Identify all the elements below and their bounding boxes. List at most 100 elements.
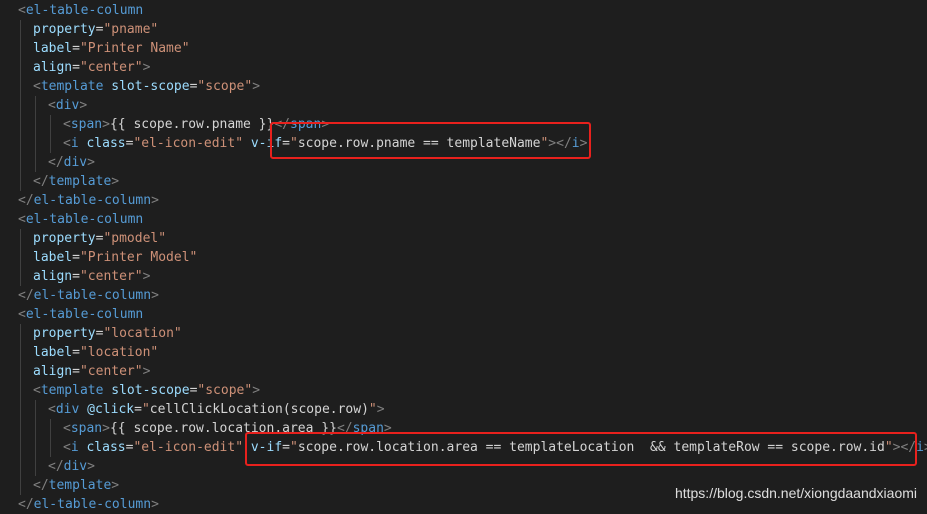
indent-guide bbox=[20, 343, 21, 362]
code-token: < bbox=[63, 421, 71, 436]
code-line[interactable]: <el-table-column bbox=[0, 1, 927, 20]
code-token: > bbox=[151, 193, 159, 208]
code-line[interactable]: </template> bbox=[0, 172, 927, 191]
code-token: el-table-column bbox=[25, 307, 144, 322]
code-line[interactable]: <el-table-column bbox=[0, 305, 927, 324]
code-line[interactable]: <i class="el-icon-edit" v-if="scope.row.… bbox=[0, 134, 927, 153]
code-line[interactable]: </div> bbox=[0, 457, 927, 476]
code-token: > bbox=[151, 288, 159, 303]
code-line[interactable]: align="center"> bbox=[0, 58, 927, 77]
indent-guide bbox=[50, 115, 51, 134]
code-token: < bbox=[63, 136, 71, 151]
indent-guide bbox=[50, 419, 51, 438]
code-token: span bbox=[70, 117, 103, 132]
code-line[interactable]: <template slot-scope="scope"> bbox=[0, 381, 927, 400]
code-text: align="center"> bbox=[33, 267, 150, 286]
code-line[interactable]: <span>{{ scope.row.location.area }}</spa… bbox=[0, 419, 927, 438]
code-text: <i class="el-icon-edit" v-if="scope.row.… bbox=[63, 134, 587, 153]
code-text: <div @click="cellClickLocation(scope.row… bbox=[48, 400, 385, 419]
indent-guide bbox=[20, 476, 21, 495]
code-token: < bbox=[18, 212, 26, 227]
code-line[interactable]: </el-table-column> bbox=[0, 191, 927, 210]
indent-guide bbox=[20, 267, 21, 286]
code-token: class bbox=[86, 440, 126, 455]
indent-guide bbox=[20, 438, 21, 457]
code-line[interactable]: label="Printer Model" bbox=[0, 248, 927, 267]
code-line[interactable]: <el-table-column bbox=[0, 210, 927, 229]
code-line[interactable]: property="pmodel" bbox=[0, 229, 927, 248]
code-token: < bbox=[63, 117, 71, 132]
code-token: = bbox=[134, 402, 142, 417]
code-line[interactable]: </div> bbox=[0, 153, 927, 172]
code-token: ></ bbox=[892, 440, 917, 455]
code-token: > bbox=[142, 60, 151, 75]
code-token: span bbox=[352, 421, 384, 436]
indent-guide bbox=[20, 134, 21, 153]
code-token: property bbox=[33, 231, 96, 246]
code-line[interactable]: <template slot-scope="scope"> bbox=[0, 77, 927, 96]
indent-guide bbox=[20, 96, 21, 115]
code-text: </div> bbox=[48, 153, 95, 172]
code-text: <template slot-scope="scope"> bbox=[33, 381, 260, 400]
indent-guide bbox=[35, 153, 36, 172]
code-token: span bbox=[290, 117, 322, 132]
code-token: </ bbox=[18, 497, 34, 512]
code-line[interactable]: label="Printer Name" bbox=[0, 39, 927, 58]
code-token: </ bbox=[18, 193, 34, 208]
code-token: < bbox=[18, 3, 26, 18]
indent-guide bbox=[20, 172, 21, 191]
code-token: > bbox=[579, 136, 588, 151]
indent-guide bbox=[20, 115, 21, 134]
code-token: v-if bbox=[250, 440, 283, 455]
code-token: </ bbox=[33, 478, 49, 493]
code-text: align="center"> bbox=[33, 362, 150, 381]
code-token: "Printer Name" bbox=[79, 41, 190, 56]
code-text: <div> bbox=[48, 96, 87, 115]
code-token: "el-icon-edit" bbox=[133, 136, 244, 151]
code-line[interactable]: property="pname" bbox=[0, 20, 927, 39]
code-token: {{ scope.row.location.area }} bbox=[109, 421, 337, 436]
code-token: align bbox=[33, 60, 73, 75]
code-text: </template> bbox=[33, 476, 119, 495]
code-token: > bbox=[151, 497, 159, 512]
code-token: div bbox=[63, 459, 88, 474]
code-token: template bbox=[48, 174, 112, 189]
code-line[interactable]: </el-table-column> bbox=[0, 286, 927, 305]
code-line[interactable]: label="location" bbox=[0, 343, 927, 362]
code-token: el-table-column bbox=[33, 193, 152, 208]
code-token: i bbox=[70, 440, 79, 455]
code-token: </ bbox=[33, 174, 49, 189]
code-line[interactable]: <div> bbox=[0, 96, 927, 115]
code-line[interactable]: align="center"> bbox=[0, 362, 927, 381]
code-token: > bbox=[321, 117, 330, 132]
code-token: > bbox=[87, 459, 95, 474]
code-text: property="pname" bbox=[33, 20, 158, 39]
code-line[interactable]: <div @click="cellClickLocation(scope.row… bbox=[0, 400, 927, 419]
code-text: label="Printer Name" bbox=[33, 39, 190, 58]
code-token: label bbox=[33, 250, 73, 265]
code-line[interactable]: <span>{{ scope.row.pname }}</span> bbox=[0, 115, 927, 134]
code-editor[interactable]: <el-table-column property="pname" label="P… bbox=[0, 0, 927, 513]
code-token: i bbox=[70, 136, 79, 151]
code-line[interactable]: align="center"> bbox=[0, 267, 927, 286]
code-token: = bbox=[72, 345, 80, 360]
indent-guide bbox=[35, 419, 36, 438]
code-text: </el-table-column> bbox=[18, 191, 159, 210]
indent-guide bbox=[50, 438, 51, 457]
indent-guide bbox=[35, 438, 36, 457]
code-token: > bbox=[111, 478, 120, 493]
code-text: align="center"> bbox=[33, 58, 150, 77]
code-token: > bbox=[383, 421, 392, 436]
code-token: "pname" bbox=[103, 22, 159, 37]
code-token: cellClickLocation(scope.row) bbox=[149, 402, 369, 417]
code-text: </template> bbox=[33, 172, 119, 191]
code-token: = bbox=[72, 250, 80, 265]
code-line[interactable]: <i class="el-icon-edit" v-if="scope.row.… bbox=[0, 438, 927, 457]
indent-guide bbox=[20, 248, 21, 267]
code-token: = bbox=[72, 269, 80, 284]
code-token: "location" bbox=[79, 345, 159, 360]
code-token: div bbox=[55, 402, 80, 417]
indent-guide bbox=[20, 381, 21, 400]
code-text: </el-table-column> bbox=[18, 495, 159, 514]
code-line[interactable]: property="location" bbox=[0, 324, 927, 343]
